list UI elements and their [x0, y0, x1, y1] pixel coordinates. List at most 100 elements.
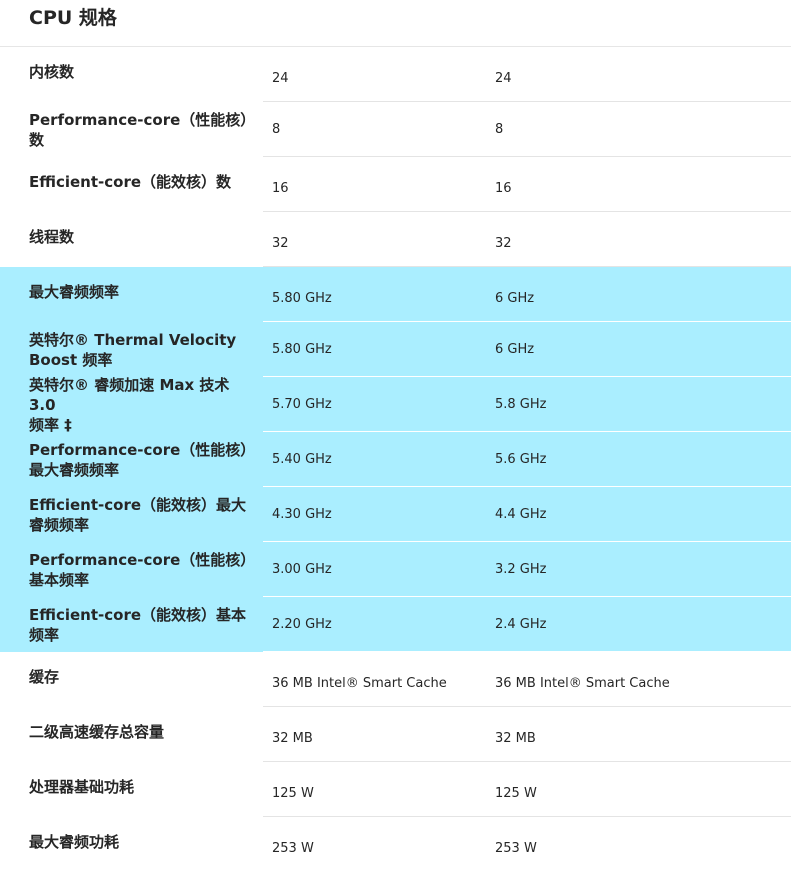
spec-label: 二级高速缓存总容量 [29, 707, 261, 762]
spec-label: 线程数 [29, 212, 261, 267]
spec-row: Efficient-core（能效核）最大 睿频频率 4.30 GHz 4.4 GH… [0, 487, 791, 542]
spec-value-cell-2: 5.6 GHz [486, 432, 791, 487]
spec-row: Efficient-core（能效核）数 16 16 [0, 157, 791, 212]
spec-row: 内核数 24 24 [0, 47, 791, 102]
spec-label-text: Performance-core（性能核） 基本频率 [29, 550, 256, 589]
spec-value-2: 6 GHz [495, 290, 535, 306]
spec-label: 英特尔® Thermal Velocity Boost 频率 [29, 322, 261, 377]
spec-value-2: 253 W [495, 840, 537, 856]
spec-row: 处理器基础功耗 125 W 125 W [0, 762, 791, 817]
spec-label-text: 内核数 [29, 63, 75, 81]
spec-value-cell-1: 5.80 GHz [263, 267, 486, 322]
spec-value-2: 5.8 GHz [495, 396, 547, 412]
spec-value-1: 36 MB Intel® Smart Cache [272, 675, 447, 691]
cpu-spec-page: CPU 规格 内核数 24 24 Performance-core（性能核） 数 8 8 E… [0, 0, 791, 871]
spec-label: Efficient-core（能效核）数 [29, 157, 261, 212]
spec-value-cell-1: 16 [263, 157, 486, 212]
spec-value-2: 8 [495, 121, 504, 137]
spec-label: 缓存 [29, 652, 261, 707]
spec-label: Efficient-core（能效核）最大 睿频频率 [29, 487, 261, 542]
spec-row: Performance-core（性能核） 基本频率 3.00 GHz 3.2 GH… [0, 542, 791, 597]
spec-value-1: 253 W [272, 840, 314, 856]
spec-value-cell-2: 8 [486, 102, 791, 157]
spec-value-cell-1: 5.80 GHz [263, 322, 486, 377]
spec-label-text: Performance-core（性能核） 最大睿频频率 [29, 440, 256, 479]
spec-label-text: Efficient-core（能效核）最大 睿频频率 [29, 495, 247, 534]
spec-label-text: Efficient-core（能效核）数 [29, 173, 232, 191]
spec-label-text: 线程数 [29, 228, 75, 246]
spec-label-text: 处理器基础功耗 [29, 778, 135, 796]
spec-label-text: 最大睿频频率 [29, 283, 120, 301]
spec-value-1: 32 MB [272, 730, 313, 746]
spec-label: Performance-core（性能核） 最大睿频频率 [29, 432, 261, 487]
spec-value-1: 125 W [272, 785, 314, 801]
spec-value-cell-1: 125 W [263, 762, 486, 817]
spec-label-text: 最大睿频功耗 [29, 833, 120, 851]
spec-value-cell-2: 125 W [486, 762, 791, 817]
spec-value-cell-2: 16 [486, 157, 791, 212]
spec-value-2: 32 [495, 235, 512, 251]
section-title: CPU 规格 [29, 7, 117, 29]
spec-value-cell-1: 8 [263, 102, 486, 157]
spec-row: 最大睿频频率 5.80 GHz 6 GHz [0, 267, 791, 322]
spec-value-1: 5.40 GHz [272, 451, 332, 467]
spec-value-2: 36 MB Intel® Smart Cache [495, 675, 670, 691]
spec-value-cell-2: 6 GHz [486, 322, 791, 377]
spec-label: 英特尔® 睿频加速 Max 技术 3.0 频率 ‡ [29, 375, 261, 434]
spec-value-cell-1: 36 MB Intel® Smart Cache [263, 652, 486, 707]
spec-value-cell-1: 5.70 GHz [263, 377, 486, 432]
spec-value-1: 2.20 GHz [272, 616, 332, 632]
spec-value-cell-1: 5.40 GHz [263, 432, 486, 487]
spec-row: 最大睿频功耗 253 W 253 W [0, 817, 791, 871]
spec-value-2: 32 MB [495, 730, 536, 746]
spec-label: 处理器基础功耗 [29, 762, 261, 817]
spec-label-text: 英特尔® Thermal Velocity Boost 频率 [29, 330, 237, 369]
spec-row: Performance-core（性能核） 最大睿频频率 5.40 GHz 5.6 … [0, 432, 791, 487]
spec-value-1: 5.80 GHz [272, 290, 332, 306]
spec-value-2: 6 GHz [495, 341, 535, 357]
spec-label-text: 二级高速缓存总容量 [29, 723, 165, 741]
spec-row: Performance-core（性能核） 数 8 8 [0, 102, 791, 157]
spec-value-1: 5.80 GHz [272, 341, 332, 357]
spec-value-cell-1: 3.00 GHz [263, 542, 486, 597]
spec-label: Performance-core（性能核） 数 [29, 102, 261, 157]
spec-value-cell-1: 253 W [263, 817, 486, 871]
spec-value-cell-2: 6 GHz [486, 267, 791, 322]
spec-value-cell-1: 32 [263, 212, 486, 267]
spec-value-1: 4.30 GHz [272, 506, 332, 522]
spec-value-1: 16 [272, 180, 289, 196]
spec-value-cell-1: 32 MB [263, 707, 486, 762]
spec-row: 线程数 32 32 [0, 212, 791, 267]
spec-value-cell-1: 4.30 GHz [263, 487, 486, 542]
spec-row: Efficient-core（能效核）基本 频率 2.20 GHz 2.4 GHz [0, 597, 791, 652]
spec-value-cell-2: 3.2 GHz [486, 542, 791, 597]
spec-label-text: 英特尔® 睿频加速 Max 技术 3.0 频率 ‡ [29, 375, 230, 434]
spec-value-1: 8 [272, 121, 281, 137]
spec-label: Efficient-core（能效核）基本 频率 [29, 597, 261, 652]
spec-value-2: 24 [495, 70, 512, 86]
spec-label: Performance-core（性能核） 基本频率 [29, 542, 261, 597]
spec-value-2: 2.4 GHz [495, 616, 547, 632]
spec-value-cell-2: 2.4 GHz [486, 597, 791, 652]
spec-row: 缓存 36 MB Intel® Smart Cache 36 MB Intel® S… [0, 652, 791, 707]
spec-label-text: Efficient-core（能效核）基本 频率 [29, 605, 247, 644]
spec-value-2: 4.4 GHz [495, 506, 547, 522]
spec-value-cell-2: 253 W [486, 817, 791, 871]
spec-row: 英特尔® Thermal Velocity Boost 频率 5.80 GHz 6 … [0, 322, 791, 377]
spec-value-cell-2: 24 [486, 47, 791, 102]
spec-value-2: 3.2 GHz [495, 561, 547, 577]
spec-label-text: Performance-core（性能核） 数 [29, 110, 256, 149]
spec-label: 最大睿频频率 [29, 267, 261, 322]
spec-table: 内核数 24 24 Performance-core（性能核） 数 8 8 Efficien… [0, 47, 791, 871]
spec-row: 英特尔® 睿频加速 Max 技术 3.0 频率 ‡ 5.70 GHz 5.8 GHz [0, 375, 791, 434]
spec-value-2: 5.6 GHz [495, 451, 547, 467]
spec-value-cell-2: 4.4 GHz [486, 487, 791, 542]
spec-value-cell-1: 24 [263, 47, 486, 102]
spec-value-1: 5.70 GHz [272, 396, 332, 412]
spec-value-2: 16 [495, 180, 512, 196]
spec-value-2: 125 W [495, 785, 537, 801]
spec-label: 最大睿频功耗 [29, 817, 261, 871]
spec-label-text: 缓存 [29, 668, 60, 686]
section-header: CPU 规格 [0, 0, 791, 47]
spec-row: 二级高速缓存总容量 32 MB 32 MB [0, 707, 791, 762]
